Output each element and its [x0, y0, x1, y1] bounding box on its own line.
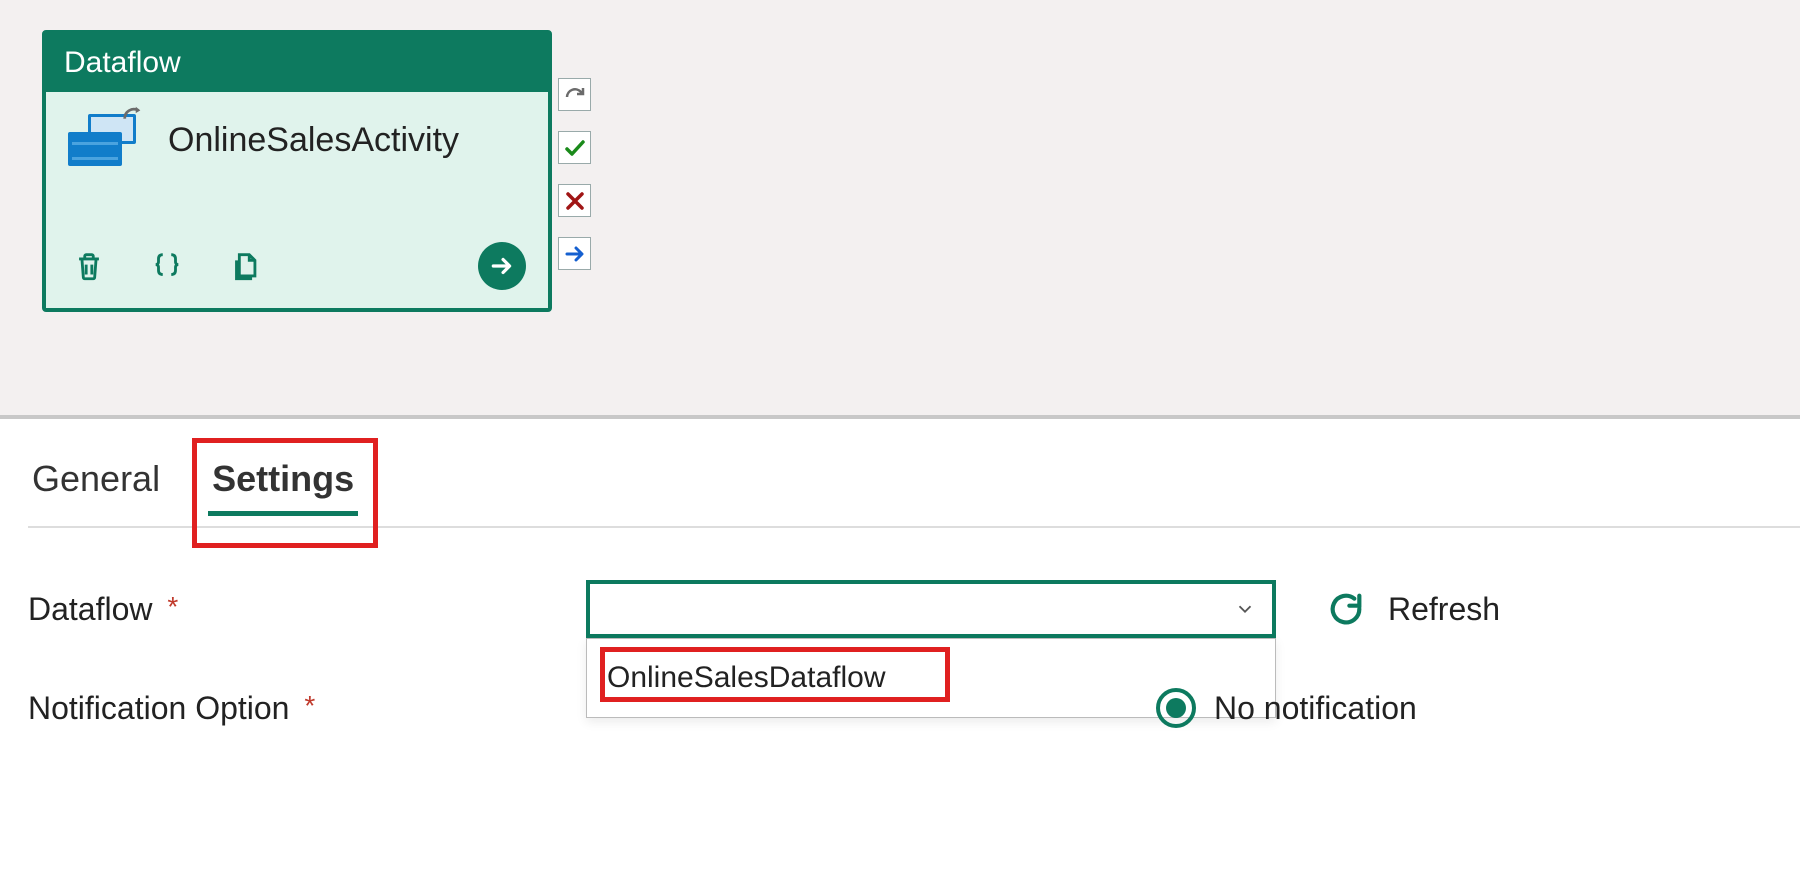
row-notification-option: Notification Option * No notification	[28, 688, 1417, 728]
pipeline-canvas[interactable]: Dataflow OnlineSalesActivity	[0, 0, 1800, 415]
no-notification-radio[interactable]: No notification	[1156, 688, 1417, 728]
arrow-right-circle-icon	[489, 253, 515, 279]
required-star: *	[304, 690, 315, 721]
radio-icon	[1156, 688, 1196, 728]
activity-footer	[68, 242, 526, 290]
row-dataflow: Dataflow * Refresh	[28, 580, 1500, 638]
dataflow-field-label: Dataflow *	[28, 591, 586, 628]
notification-label-text: Notification Option	[28, 690, 289, 726]
activity-title-row: OnlineSalesActivity	[68, 114, 526, 166]
run-activity-button[interactable]	[478, 242, 526, 290]
trash-icon	[72, 249, 106, 283]
x-icon	[563, 189, 587, 213]
clone-activity-button[interactable]	[224, 245, 266, 287]
activity-name: OnlineSalesActivity	[168, 121, 459, 160]
no-notification-label: No notification	[1214, 690, 1417, 727]
activity-output-handles	[558, 78, 594, 270]
braces-icon	[150, 249, 184, 283]
required-star: *	[167, 591, 178, 622]
copy-icon	[228, 249, 262, 283]
view-code-button[interactable]	[146, 245, 188, 287]
refresh-button[interactable]: Refresh	[1326, 589, 1500, 629]
undo-handle[interactable]	[558, 78, 591, 111]
detail-tabs: General Settings	[28, 438, 1800, 528]
delete-activity-button[interactable]	[68, 245, 110, 287]
tab-settings[interactable]: Settings	[208, 438, 358, 522]
canvas-detail-divider	[0, 415, 1800, 419]
curve-arrow-icon	[122, 104, 144, 126]
chevron-down-icon	[1234, 598, 1256, 620]
refresh-icon	[1326, 589, 1366, 629]
success-handle[interactable]	[558, 131, 591, 164]
dataflow-tables-icon	[68, 114, 140, 166]
redo-arrow-icon	[563, 83, 587, 107]
dataflow-dropdown[interactable]	[586, 580, 1276, 638]
activity-card-body: OnlineSalesActivity	[46, 92, 548, 308]
check-icon	[563, 136, 587, 160]
completion-handle[interactable]	[558, 237, 591, 270]
notification-field-label: Notification Option *	[28, 690, 586, 727]
refresh-label: Refresh	[1388, 591, 1500, 628]
failure-handle[interactable]	[558, 184, 591, 217]
dataflow-activity-card[interactable]: Dataflow OnlineSalesActivity	[42, 30, 552, 312]
tab-general[interactable]: General	[28, 438, 164, 522]
arrow-right-icon	[563, 242, 587, 266]
dataflow-label-text: Dataflow	[28, 591, 153, 627]
activity-type-label: Dataflow	[46, 34, 548, 92]
